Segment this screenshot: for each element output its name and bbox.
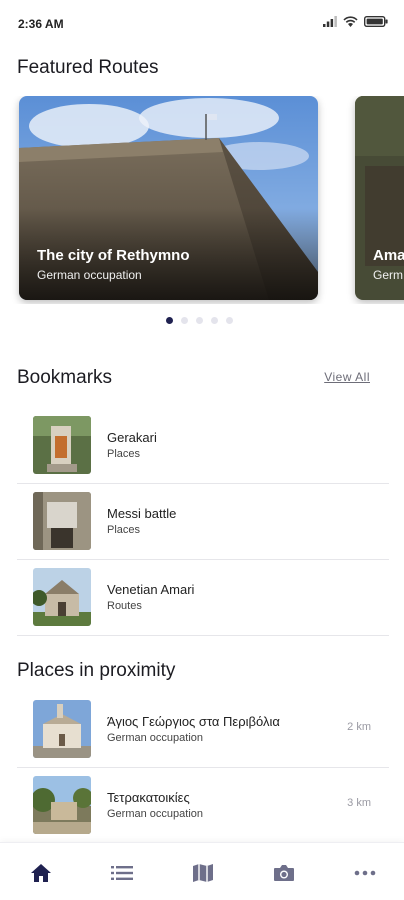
view-all-link[interactable]: View All: [324, 370, 370, 384]
list-item[interactable]: Messi battle Places: [17, 484, 389, 560]
thumbnail: [33, 776, 91, 834]
list-item[interactable]: Τετρακατοικίες German occupation 3 km: [17, 768, 389, 844]
pagination-dot[interactable]: [211, 317, 218, 324]
featured-card[interactable]: The city of Rethymno German occupation: [19, 96, 318, 300]
wifi-icon: [343, 16, 358, 27]
list-item[interactable]: Άγιος Γεώργιος στα Περιβόλια German occu…: [17, 692, 389, 768]
featured-routes-title: Featured Routes: [17, 57, 159, 78]
pagination-dot[interactable]: [181, 317, 188, 324]
status-icons: [323, 16, 388, 27]
more-icon: [354, 870, 376, 876]
item-subtitle: German occupation: [107, 808, 203, 820]
pagination-dot-active[interactable]: [166, 317, 173, 324]
battery-icon: [364, 16, 388, 27]
list-item[interactable]: Venetian Amari Routes: [17, 560, 389, 636]
thumbnail: [33, 568, 91, 626]
pagination-dot[interactable]: [226, 317, 233, 324]
thumbnail: [33, 492, 91, 550]
featured-card[interactable]: Ama Germ: [355, 96, 404, 300]
thumbnail: [33, 700, 91, 758]
item-title: Venetian Amari: [107, 582, 195, 597]
card-title: The city of Rethymno: [37, 247, 190, 264]
distance-label: 2 km: [347, 721, 371, 733]
nav-more[interactable]: [350, 860, 380, 886]
item-subtitle: Places: [107, 448, 141, 460]
status-time: 2:36 AM: [18, 17, 64, 31]
card-subtitle: German occupation: [37, 268, 142, 282]
list-icon: [111, 866, 133, 880]
camera-icon: [274, 865, 294, 881]
item-title: Τετρακατοικίες: [107, 790, 190, 805]
places-in-proximity-title: Places in proximity: [17, 660, 176, 681]
item-subtitle: Routes: [107, 600, 142, 612]
bookmarks-title: Bookmarks: [17, 367, 113, 388]
nav-home[interactable]: [26, 860, 56, 886]
item-subtitle: German occupation: [107, 732, 203, 744]
item-title: Gerakari: [107, 430, 157, 445]
featured-carousel[interactable]: The city of Rethymno German occupation A…: [0, 96, 404, 304]
nav-map[interactable]: [188, 860, 218, 886]
nav-list[interactable]: [107, 860, 137, 886]
home-icon: [31, 864, 51, 882]
map-icon: [193, 864, 213, 882]
status-bar: 2:36 AM: [0, 0, 404, 44]
bookmarks-list: Gerakari Places Messi battle Places Vene…: [17, 408, 389, 636]
bottom-navigation: [0, 842, 404, 900]
card-title: Ama: [373, 247, 404, 264]
card-subtitle: Germ: [373, 268, 403, 282]
item-subtitle: Places: [107, 524, 141, 536]
pagination-dot[interactable]: [196, 317, 203, 324]
nav-camera[interactable]: [269, 860, 299, 886]
list-item[interactable]: Gerakari Places: [17, 408, 389, 484]
item-title: Άγιος Γεώργιος στα Περιβόλια: [107, 714, 280, 729]
signal-icon: [323, 16, 337, 27]
item-title: Messi battle: [107, 506, 177, 521]
proximity-list: Άγιος Γεώργιος στα Περιβόλια German occu…: [17, 692, 389, 844]
distance-label: 3 km: [347, 797, 371, 809]
carousel-pagination: [166, 317, 233, 324]
thumbnail: [33, 416, 91, 474]
